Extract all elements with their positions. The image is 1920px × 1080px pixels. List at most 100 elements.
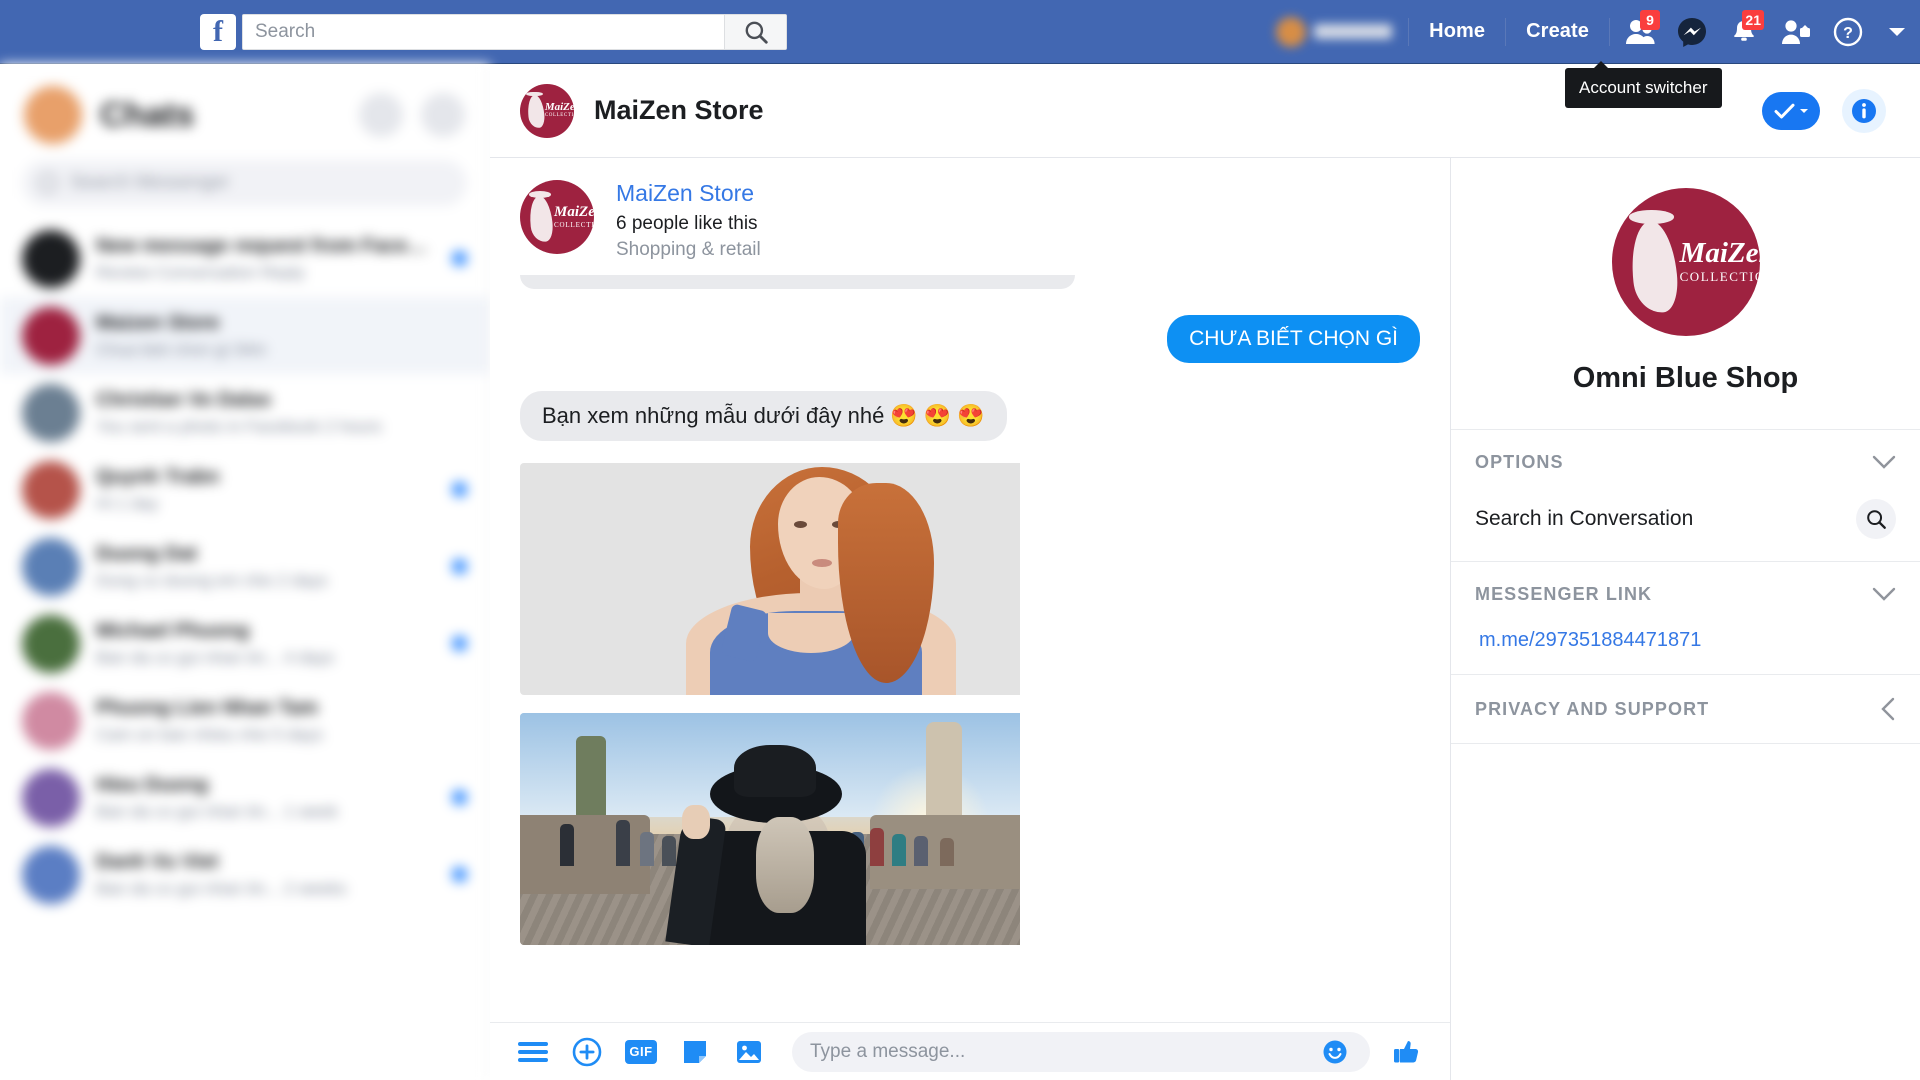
conversation-info-button[interactable] (1842, 88, 1886, 133)
message-thread[interactable]: MaiZen COLLECTION MaiZen Store 6 people … (490, 158, 1450, 1022)
chat-list-item[interactable]: Danh Vu Viet Ban da co gui nhan tin... 2 … (0, 836, 489, 913)
chat-list-item[interactable]: Quynh Trabn Hi 1 day (0, 451, 489, 528)
chat-search-placeholder: Search Messenger (70, 172, 230, 193)
avatar (22, 691, 80, 750)
chat-list-sidebar[interactable]: Chats Search Messenger New message reque… (0, 64, 490, 1080)
search-button[interactable] (724, 14, 786, 49)
emoji-icon[interactable] (1318, 1035, 1352, 1069)
global-search (242, 13, 787, 50)
message-attachment-photo-2[interactable] (520, 713, 1420, 945)
search-in-conversation-row[interactable]: Search in Conversation (1475, 499, 1896, 539)
photo-shape (682, 805, 710, 839)
photo-shape (756, 817, 814, 913)
avatar (22, 383, 80, 442)
chat-list-item[interactable]: Phuong Lien Nhan Tam Cam on ban nhieu nhe… (0, 682, 489, 759)
unread-dot (452, 790, 467, 805)
account-switcher-tooltip: Account switcher (1565, 61, 1722, 108)
chat-list-item[interactable]: Hieu Duong Ban da co gui nhan tin... 1 we… (0, 759, 489, 836)
chat-item-text: Quynh Trabn Hi 1 day (96, 466, 436, 514)
help-button[interactable]: ? (1822, 8, 1874, 56)
chat-item-name: Danh Vu Viet (96, 850, 219, 873)
gif-icon[interactable]: GIF (624, 1035, 658, 1069)
sticker-icon[interactable] (678, 1035, 712, 1069)
help-icon: ? (1833, 17, 1863, 46)
divider (1609, 17, 1610, 46)
chat-list-item[interactable]: Maizen Store Chua biet chon gi 34m (0, 297, 489, 374)
photo-shape (794, 521, 807, 528)
menu-icon[interactable] (516, 1035, 550, 1069)
mark-done-button[interactable] (1762, 91, 1820, 130)
chat-item-snippet: Review Conversation Reply (96, 262, 305, 282)
message-row-incoming: Bạn xem những mẫu dưới đây nhé 😍 😍 😍 (520, 391, 1420, 441)
chevron-left-icon (1881, 697, 1895, 721)
chat-list-item[interactable]: Christian Vo Dalas You sent a photo in Fa… (0, 374, 489, 451)
chat-item-text: Phuong Lien Nhan Tam Cam on ban nhieu nhe… (96, 697, 436, 745)
plus-icon[interactable] (570, 1035, 604, 1069)
photo-icon[interactable] (732, 1035, 766, 1069)
chat-item-text: Hieu Duong Ban da co gui nhan tin... 1 we… (96, 774, 436, 822)
message-attachment-photo-1[interactable] (520, 463, 1420, 695)
search-in-conversation-label: Search in Conversation (1475, 507, 1694, 530)
settings-icon[interactable] (359, 93, 403, 137)
chat-item-snippet: Cam on ban nhieu nhe 5 days (96, 724, 323, 744)
chat-item-name: Christian Vo Dalas (96, 388, 272, 411)
photo-shape (812, 559, 832, 567)
chat-list-header: Chats (0, 64, 489, 154)
info-icon (1852, 98, 1876, 123)
avatar (22, 537, 80, 596)
search-icon (1867, 510, 1886, 529)
chat-item-name: Quynh Trabn (96, 465, 220, 488)
search-input[interactable] (243, 14, 724, 49)
photo-model-blue-top (520, 463, 1020, 695)
message-input[interactable] (810, 1040, 1318, 1063)
messenger-page: f Home Create (0, 0, 1920, 1080)
chat-item-snippet: You sent a photo in Facebook 2 hours (96, 416, 382, 436)
thumbs-up-icon[interactable] (1390, 1035, 1424, 1069)
friend-requests-badge: 9 (1640, 9, 1660, 30)
options-section-header[interactable]: OPTIONS (1475, 452, 1896, 473)
logo-name: MaiZen (544, 101, 574, 114)
profile-avatar[interactable]: MaiZen COLLECTION (1611, 188, 1760, 336)
chat-item-name: Phuong Lien Nhan Tam (96, 696, 318, 719)
chat-list-item[interactable]: Duong Dat Dung co duong em nhe 2 days (0, 528, 489, 605)
avatar[interactable] (24, 86, 82, 144)
nav-create[interactable]: Create (1510, 14, 1605, 49)
account-switcher-button[interactable] (1770, 8, 1822, 56)
avatar (22, 614, 80, 673)
account-menu-button[interactable] (1874, 8, 1920, 56)
notifications-button[interactable]: 21 (1718, 8, 1770, 56)
friend-requests-button[interactable]: 9 (1614, 8, 1666, 56)
options-label: OPTIONS (1475, 452, 1564, 472)
chat-list-item[interactable]: New message request from Facebook user Re… (0, 220, 489, 297)
messenger-link-section-header[interactable]: MESSENGER LINK (1475, 584, 1896, 605)
page-intro-avatar[interactable]: MaiZen COLLECTION (520, 180, 594, 254)
page-name-link[interactable]: MaiZen Store (616, 180, 761, 207)
message-bubble-incoming[interactable]: Bạn xem những mẫu dưới đây nhé 😍 😍 😍 (520, 391, 1007, 441)
avatar (22, 768, 80, 827)
facebook-logo-icon[interactable]: f (200, 13, 236, 50)
chat-search-input[interactable]: Search Messenger (22, 160, 467, 206)
chat-list-item[interactable]: Michael Phuong Ban da co gui nhan tin... … (0, 605, 489, 682)
messenger-button[interactable] (1666, 8, 1718, 56)
logo-name: MaiZen (1679, 236, 1760, 269)
chat-item-snippet: Hi 1 day (96, 493, 159, 513)
privacy-support-label: PRIVACY AND SUPPORT (1475, 698, 1710, 719)
chat-item-snippet: Ban da co gui nhan tin... 2 weeks (96, 878, 347, 898)
messenger-link-value[interactable]: m.me/297351884471871 (1475, 629, 1896, 652)
chat-item-name: Michael Phuong (96, 619, 250, 642)
message-bubble-outgoing[interactable]: CHƯA BIẾT CHỌN GÌ (1167, 315, 1420, 363)
search-in-conversation-button[interactable] (1856, 499, 1896, 539)
page-avatar[interactable]: MaiZen COLLECTION (520, 83, 574, 138)
profile-chip[interactable] (1264, 10, 1404, 54)
facebook-topbar: f Home Create (0, 0, 1920, 64)
check-icon (1774, 103, 1794, 118)
compose-icon[interactable] (421, 93, 465, 137)
logo-figure-shape (1627, 218, 1682, 315)
unread-dot (452, 482, 467, 497)
avatar (22, 845, 80, 904)
chat-item-text: Maizen Store Chua biet chon gi 34m (96, 312, 436, 360)
nav-home[interactable]: Home (1413, 14, 1501, 49)
chat-item-snippet: Ban da co gui nhan tin... 1 week (96, 801, 338, 821)
privacy-support-section-header[interactable]: PRIVACY AND SUPPORT (1475, 697, 1896, 721)
chevron-down-icon (1872, 587, 1896, 601)
